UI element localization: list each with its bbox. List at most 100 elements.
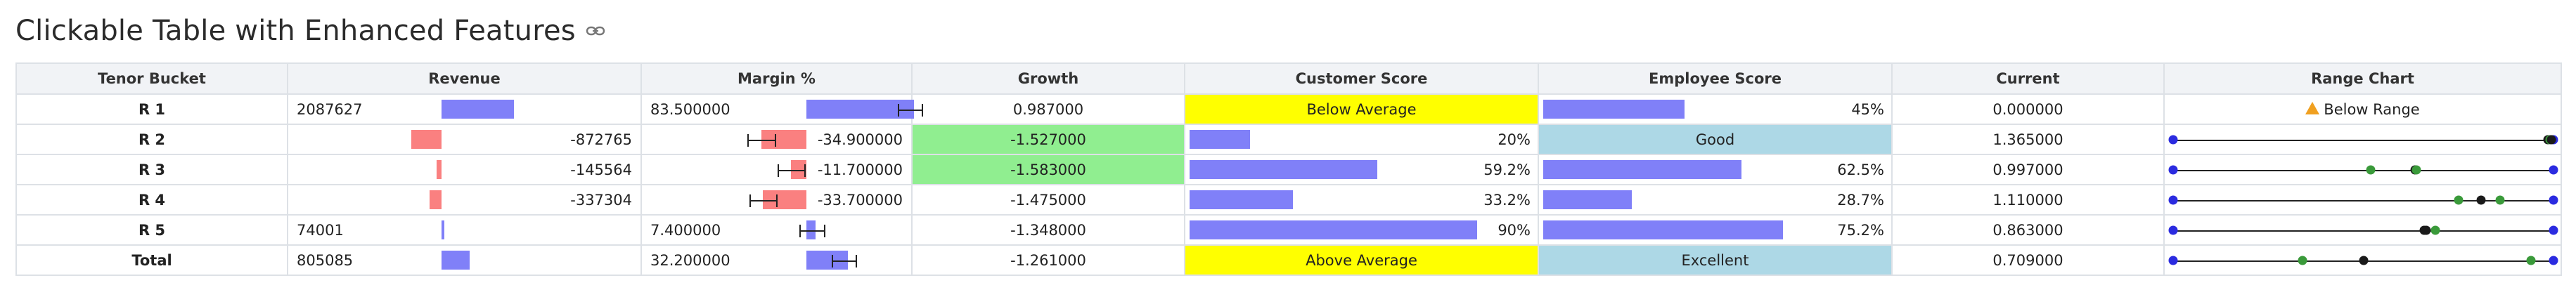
margin-cell-content: -11.700000 (642, 155, 911, 184)
margin-cell[interactable]: 7.400000 (640, 214, 913, 246)
margin-error-bar (747, 139, 775, 141)
column-header-employee-score[interactable]: Employee Score (1538, 62, 1893, 95)
revenue-cell[interactable]: -872765 (287, 124, 642, 155)
growth-cell[interactable]: -1.261000 (911, 244, 1185, 276)
revenue-value: 74001 (297, 221, 344, 239)
range-chart[interactable] (2165, 185, 2561, 214)
employee-score-cell[interactable]: 45% (1538, 93, 1893, 125)
employee-score-cell[interactable]: 62.5% (1538, 154, 1893, 185)
customer-bar (1190, 160, 1377, 179)
margin-cell[interactable]: 32.200000 (640, 244, 913, 276)
range-chart[interactable] (2165, 216, 2561, 244)
range-chart[interactable] (2165, 125, 2561, 154)
growth-cell[interactable]: -1.348000 (911, 214, 1185, 246)
revenue-cell[interactable]: 805085 (287, 244, 642, 276)
current-cell[interactable]: 0.997000 (1891, 154, 2165, 185)
employee-score-cell[interactable]: 28.7% (1538, 184, 1893, 216)
link-icon[interactable] (586, 23, 605, 39)
revenue-cell[interactable]: 74001 (287, 214, 642, 246)
growth-cell[interactable]: -1.475000 (911, 184, 1185, 216)
customer-score-cell[interactable]: 33.2% (1184, 184, 1539, 216)
range-endpoint-dot (2549, 225, 2558, 234)
range-chart-cell[interactable]: Below Range (2163, 93, 2562, 125)
column-header-margin[interactable]: Margin % (640, 62, 913, 95)
revenue-value: -872765 (570, 131, 632, 148)
revenue-cell[interactable]: 2087627 (287, 93, 642, 125)
margin-value: 32.200000 (650, 251, 730, 269)
column-header-revenue[interactable]: Revenue (287, 62, 642, 95)
range-chart[interactable] (2165, 246, 2561, 275)
margin-value: 83.500000 (650, 100, 730, 118)
growth-cell[interactable]: 0.987000 (911, 93, 1185, 125)
column-header-current[interactable]: Current (1891, 62, 2165, 95)
range-chart-cell[interactable] (2163, 154, 2562, 185)
revenue-cell[interactable]: -145564 (287, 154, 642, 185)
revenue-bar (441, 220, 444, 239)
margin-cell[interactable]: 83.500000 (640, 93, 924, 125)
table-row[interactable]: Total 805085 32.200000 -1.261000 Above Avera… (15, 244, 2562, 276)
current-cell[interactable]: 0.000000 (1891, 93, 2165, 125)
table-row[interactable]: R 2 -872765 -34.900000 -1.527000 20% Good 1.36… (15, 124, 2562, 155)
tenor-bucket-cell[interactable]: R 5 (15, 214, 288, 246)
employee-score-cell[interactable]: Excellent (1538, 244, 1893, 276)
employee-bar (1543, 160, 1742, 179)
margin-error-cap (897, 103, 899, 117)
range-chart-cell[interactable] (2163, 124, 2562, 155)
customer-score-cell[interactable]: Below Average (1184, 93, 1539, 125)
revenue-cell-content: -337304 (288, 185, 640, 214)
range-endpoint-dot (2549, 256, 2558, 265)
range-chart-cell[interactable] (2163, 184, 2562, 216)
margin-cell[interactable]: -33.700000 (640, 184, 913, 216)
range-marker-green (2430, 225, 2440, 234)
margin-cell[interactable]: -34.900000 (640, 124, 913, 155)
employee-score-cell[interactable]: 75.2% (1538, 214, 1893, 246)
column-header-customer-score[interactable]: Customer Score (1184, 62, 1539, 95)
range-endpoint-dot (2549, 195, 2558, 204)
customer-score-cell[interactable]: 59.2% (1184, 154, 1539, 185)
current-cell[interactable]: 1.110000 (1891, 184, 2165, 216)
revenue-cell-content: 805085 (288, 246, 640, 275)
range-line (2173, 230, 2552, 232)
growth-cell[interactable]: -1.527000 (911, 124, 1185, 155)
customer-score-cell[interactable]: 20% (1184, 124, 1539, 155)
growth-cell[interactable]: -1.583000 (911, 154, 1185, 185)
tenor-bucket-cell[interactable]: Total (15, 244, 288, 276)
employee-label: Good (1695, 131, 1735, 148)
customer-bar (1190, 220, 1477, 239)
current-cell[interactable]: 0.709000 (1891, 244, 2165, 276)
column-header-tenor-bucket[interactable]: Tenor Bucket (15, 62, 288, 95)
current-cell[interactable]: 0.863000 (1891, 214, 2165, 246)
table-row[interactable]: R 1 2087627 83.500000 0.987000 Below Average… (15, 93, 2562, 125)
range-endpoint-dot (2168, 256, 2178, 265)
margin-cell[interactable]: -11.700000 (640, 154, 913, 185)
tenor-bucket-cell[interactable]: R 3 (15, 154, 288, 185)
tenor-bucket-cell[interactable]: R 2 (15, 124, 288, 155)
customer-score-cell[interactable]: 90% (1184, 214, 1539, 246)
column-header-growth[interactable]: Growth (911, 62, 1185, 95)
table-row[interactable]: R 4 -337304 -33.700000 -1.475000 33.2% 28.7% 1… (15, 184, 2562, 216)
current-cell[interactable]: 1.365000 (1891, 124, 2165, 155)
customer-value: 33.2% (1483, 191, 1531, 209)
employee-cell-content: 28.7% (1539, 185, 1891, 214)
column-header-range-chart[interactable]: Range Chart (2163, 62, 2562, 95)
revenue-cell[interactable]: -337304 (287, 184, 642, 216)
tenor-bucket-cell[interactable]: R 4 (15, 184, 288, 216)
revenue-bar (441, 100, 514, 119)
customer-bar (1190, 190, 1294, 209)
range-chart-cell[interactable] (2163, 244, 2562, 276)
customer-score-cell[interactable]: Above Average (1184, 244, 1539, 276)
customer-label: Above Average (1306, 251, 1417, 269)
table-row[interactable]: R 3 -145564 -11.700000 -1.583000 59.2% 62.5% 0… (15, 154, 2562, 185)
range-chart[interactable] (2165, 155, 2561, 184)
range-chart-cell[interactable] (2163, 214, 2562, 246)
margin-error-cap (775, 194, 778, 207)
tenor-bucket-cell[interactable]: R 1 (15, 93, 288, 125)
employee-score-cell[interactable]: Good (1538, 124, 1893, 155)
table-row[interactable]: R 5 74001 7.400000 -1.348000 90% 75.2% 0.86300… (15, 214, 2562, 246)
range-marker-green (2495, 195, 2505, 204)
margin-value: -33.700000 (817, 191, 903, 209)
margin-value: -11.700000 (817, 161, 903, 178)
range-endpoint-dot (2168, 225, 2178, 234)
customer-cell-content: 59.2% (1185, 155, 1538, 184)
range-marker-green (2298, 256, 2307, 265)
